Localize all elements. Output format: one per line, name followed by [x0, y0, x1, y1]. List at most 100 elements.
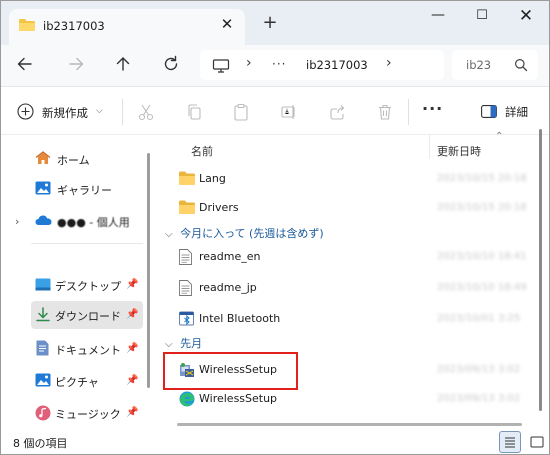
group-header-this-month[interactable]: ⌵ 今月に入って (先週は含めず): [165, 225, 324, 241]
group-label: 今月に入って (先週は含めず): [180, 227, 324, 240]
pictures-icon: [35, 373, 51, 387]
toolbar-divider: [408, 99, 409, 125]
copy-icon[interactable]: [185, 103, 203, 121]
text-file-icon: [179, 249, 195, 265]
desktop-icon: [35, 278, 51, 292]
column-divider[interactable]: [429, 135, 430, 159]
edge-icon: [179, 391, 195, 407]
back-button[interactable]: [11, 51, 39, 77]
file-modified: 2023/09/13 3:02: [437, 364, 521, 375]
up-button[interactable]: [109, 51, 137, 77]
sidebar-item-gallery[interactable]: ギャラリー: [1, 175, 151, 203]
breadcrumb-overflow[interactable]: ···: [272, 57, 286, 71]
file-row[interactable]: readme_jp 2023/10/10 18:49: [169, 275, 537, 301]
tab-ib2317003[interactable]: ib2317003 ✕: [9, 9, 245, 45]
close-tab-icon[interactable]: ✕: [219, 16, 235, 32]
highlight-box: [163, 352, 298, 390]
file-modified: 2023/09/13 3:02: [437, 393, 521, 404]
file-explorer-window: ib2317003 ✕ + — ☐ ✕ › ··· ib2317003 › ib…: [0, 0, 550, 455]
group-header-last-month[interactable]: ⌵ 先月: [165, 335, 202, 351]
sidebar-item-label: デスクトップ: [55, 280, 121, 293]
file-name: Lang: [199, 172, 226, 185]
details-button[interactable]: 詳細: [505, 104, 528, 120]
maximize-button[interactable]: ☐: [467, 6, 497, 26]
file-name: readme_en: [199, 250, 261, 263]
breadcrumb-ib2317003[interactable]: ib2317003: [306, 58, 368, 72]
home-icon: [35, 151, 51, 165]
sidebar-item-label: ギャラリー: [57, 184, 112, 197]
file-modified: 2023/10/15 20:18: [437, 173, 527, 184]
onedrive-icon: [35, 214, 52, 228]
breadcrumb-chevron[interactable]: ›: [246, 55, 252, 71]
title-bar: ib2317003 ✕ + — ☐ ✕: [1, 1, 549, 45]
folder-icon: [19, 19, 35, 31]
folder-icon: [179, 171, 195, 187]
navigation-pane: ホーム ギャラリー › ●●● - 個人用 デスクトップ 📌 ダウンロード 📌 …: [1, 135, 153, 431]
sidebar-item-label: ミュージック: [55, 408, 121, 421]
file-modified: 2023/10/10 18:49: [437, 282, 527, 293]
file-modified: 2023/10/10 18:41: [437, 251, 527, 262]
sidebar-item-pictures[interactable]: ピクチャ 📌: [1, 367, 151, 395]
sidebar-item-home[interactable]: ホーム: [1, 145, 151, 173]
search-placeholder: ib23: [466, 58, 492, 72]
group-collapse-chevron-icon: ⌵: [165, 229, 173, 240]
paste-icon[interactable]: [232, 103, 250, 121]
new-tab-button[interactable]: +: [260, 14, 280, 34]
forward-button[interactable]: [62, 51, 90, 77]
pin-icon: 📌: [126, 375, 139, 386]
folder-icon: [179, 200, 195, 216]
horizontal-scrollbar[interactable]: [177, 423, 522, 426]
new-button[interactable]: 新規作成 ⌵: [13, 99, 113, 125]
cut-icon[interactable]: [137, 103, 155, 121]
more-options-button[interactable]: ···: [422, 101, 443, 117]
share-icon[interactable]: [328, 103, 346, 121]
column-header-name[interactable]: 名前: [191, 143, 213, 159]
sidebar-scrollbar[interactable]: [147, 153, 150, 388]
file-row[interactable]: Intel Bluetooth 2023/10/01 3:25: [169, 306, 537, 332]
file-row[interactable]: Drivers 2023/10/15 20:18: [169, 195, 537, 221]
toolbar-divider: [122, 99, 123, 125]
tiles-view-button[interactable]: [527, 432, 547, 452]
pin-icon: 📌: [126, 309, 139, 320]
details-pane-icon[interactable]: [481, 105, 497, 118]
breadcrumb-chevron[interactable]: ›: [386, 55, 392, 71]
this-pc-icon: [212, 59, 230, 73]
item-count: 8 個の項目: [13, 437, 68, 450]
minimize-button[interactable]: —: [423, 6, 453, 26]
file-name: WirelessSetup: [199, 392, 278, 405]
details-view-button[interactable]: [499, 431, 521, 453]
bluetooth-app-icon: [179, 311, 195, 327]
file-name: readme_jp: [199, 281, 257, 294]
tab-title: ib2317003: [43, 19, 105, 33]
file-name: Intel Bluetooth: [199, 312, 281, 325]
rename-icon[interactable]: [280, 103, 298, 121]
delete-icon[interactable]: [376, 103, 394, 121]
column-header-modified[interactable]: 更新日時: [437, 143, 481, 159]
sidebar-item-downloads[interactable]: ダウンロード 📌: [31, 301, 143, 329]
command-bar: 新規作成 ⌵ ··· 詳細: [1, 87, 549, 135]
sidebar-item-music[interactable]: ミュージック 📌: [1, 399, 151, 427]
sidebar-item-onedrive[interactable]: › ●●● - 個人用: [1, 207, 151, 235]
sidebar-item-label: ●●● - 個人用: [57, 216, 130, 229]
sidebar-item-label: ダウンロード: [55, 310, 121, 323]
expand-chevron-icon[interactable]: ›: [15, 215, 19, 228]
sort-chevron-icon: ⌃: [495, 131, 504, 142]
file-list-scrollbar[interactable]: [539, 129, 542, 411]
pin-icon: 📌: [126, 407, 139, 418]
sidebar-item-desktop[interactable]: デスクトップ 📌: [1, 271, 151, 299]
refresh-button[interactable]: [157, 51, 185, 77]
file-row[interactable]: readme_en 2023/10/10 18:41: [169, 244, 537, 270]
new-label: 新規作成: [42, 106, 88, 120]
close-window-button[interactable]: ✕: [511, 6, 541, 26]
download-icon: [35, 307, 51, 322]
group-collapse-chevron-icon: ⌵: [165, 339, 173, 350]
file-row[interactable]: Lang 2023/10/15 20:18: [169, 166, 537, 192]
chevron-down-icon: ⌵: [96, 106, 103, 116]
music-icon: [35, 405, 51, 421]
sidebar-divider: [31, 243, 143, 244]
search-input[interactable]: ib23: [452, 50, 538, 80]
address-box[interactable]: › ··· ib2317003 ›: [200, 50, 444, 80]
sidebar-item-documents[interactable]: ドキュメント 📌: [1, 335, 151, 363]
sidebar-item-label: ピクチャ: [55, 376, 99, 389]
documents-icon: [36, 340, 52, 356]
